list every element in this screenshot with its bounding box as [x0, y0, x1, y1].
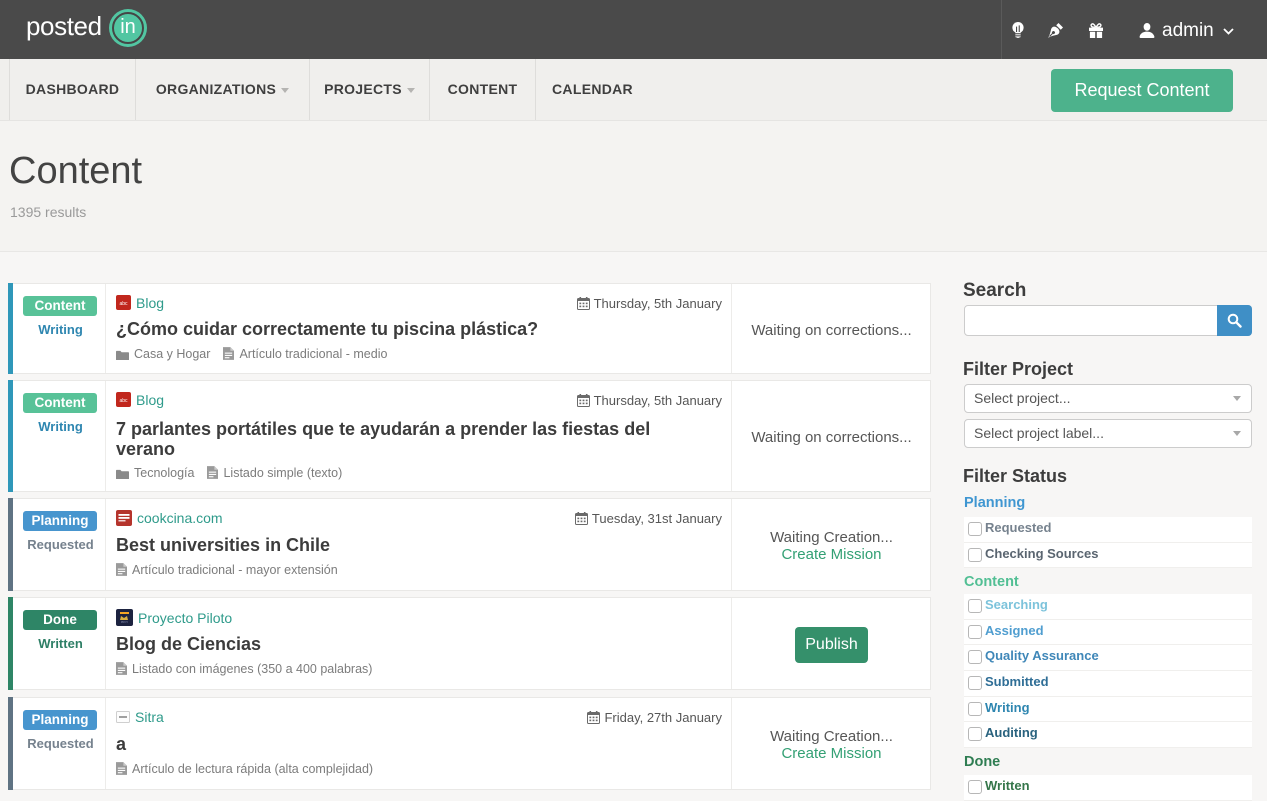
svg-text:abc: abc [119, 301, 128, 307]
svg-text:abc: abc [119, 398, 128, 404]
svg-text:PROY: PROY [121, 620, 129, 624]
